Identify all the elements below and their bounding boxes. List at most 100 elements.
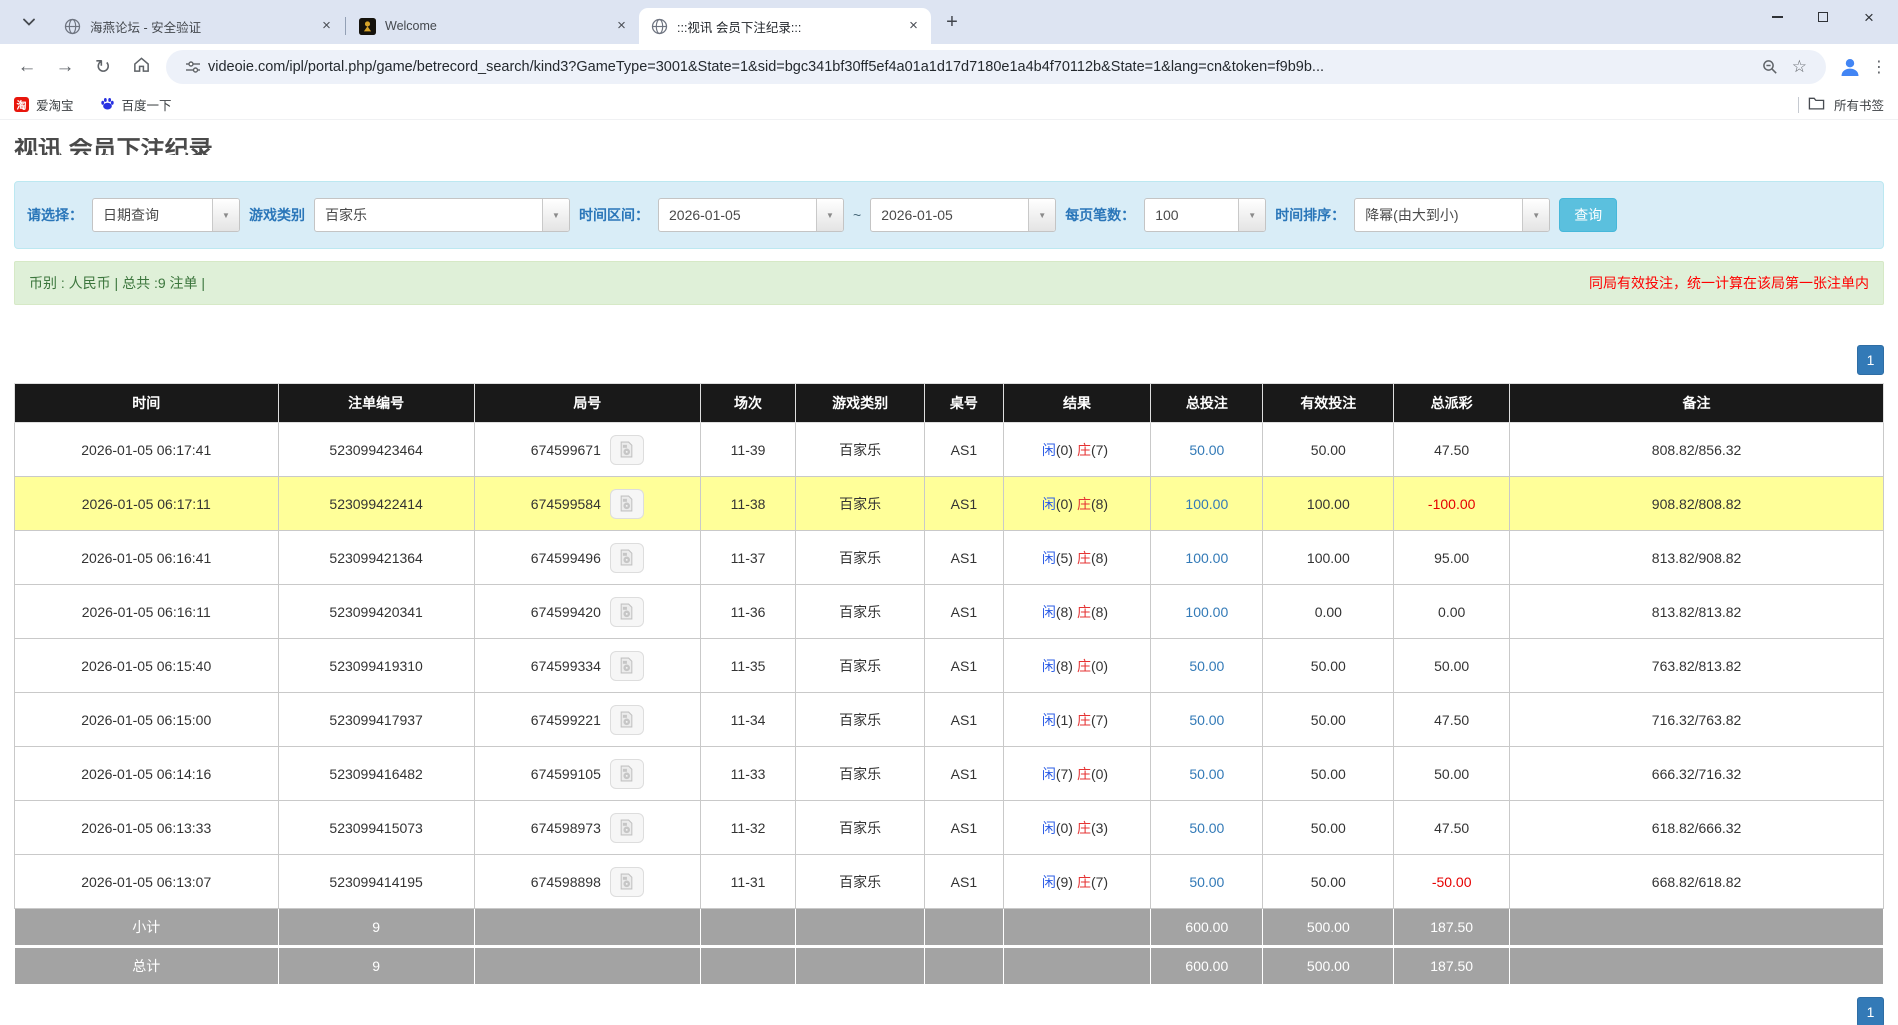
tab-search-button[interactable] — [14, 7, 44, 37]
page-size-select[interactable]: 100 ▼ — [1144, 198, 1266, 232]
date-to-value: 2026-01-05 — [871, 199, 1028, 231]
video-replay-button[interactable] — [610, 597, 644, 627]
maximize-icon — [1818, 12, 1828, 22]
tab-haiyan-forum[interactable]: 海燕论坛 - 安全验证 × — [52, 8, 344, 44]
note-cell: 716.32/763.82 — [1510, 693, 1884, 747]
subtotal-total-bet: 600.00 — [1151, 909, 1263, 947]
zoom-icon[interactable] — [1762, 59, 1778, 75]
bookmark-label: 百度一下 — [122, 95, 172, 114]
video-replay-button[interactable] — [610, 705, 644, 735]
query-type-value: 日期查询 — [93, 199, 212, 231]
minimize-button[interactable] — [1754, 0, 1800, 34]
round-number: 674598973 — [531, 820, 601, 836]
profile-avatar[interactable] — [1835, 52, 1865, 82]
session-cell: 11-39 — [700, 423, 795, 477]
home-button[interactable] — [124, 50, 158, 84]
dropdown-arrow-icon[interactable]: ▼ — [212, 199, 239, 231]
round-cell: 674599671 — [474, 423, 700, 477]
video-replay-button[interactable] — [610, 435, 644, 465]
session-cell: 11-32 — [700, 801, 795, 855]
url-text[interactable]: videoie.com/ipl/portal.php/game/betrecor… — [208, 59, 1755, 75]
video-replay-button[interactable] — [610, 651, 644, 681]
forward-button[interactable]: → — [48, 50, 82, 84]
tab-close-icon[interactable]: × — [612, 17, 631, 36]
game-type-value: 百家乐 — [315, 199, 542, 231]
video-replay-button[interactable] — [610, 489, 644, 519]
chevron-down-icon — [23, 13, 35, 31]
query-type-select[interactable]: 日期查询 ▼ — [92, 198, 240, 232]
video-replay-button[interactable] — [610, 813, 644, 843]
table-no-cell: AS1 — [925, 747, 1003, 801]
total-bet-link[interactable]: 50.00 — [1189, 658, 1224, 674]
round-cell: 674599496 — [474, 531, 700, 585]
tab-close-icon[interactable]: × — [904, 17, 923, 36]
total-bet-cell: 100.00 — [1151, 477, 1263, 531]
all-bookmarks[interactable]: 所有书签 — [1798, 95, 1884, 114]
reload-button[interactable]: ↻ — [86, 50, 120, 84]
dropdown-arrow-icon[interactable]: ▼ — [542, 199, 569, 231]
sort-select[interactable]: 降幂(由大到小) ▼ — [1354, 198, 1550, 232]
valid-bet-cell: 50.00 — [1263, 855, 1394, 909]
browser-menu-button[interactable]: ⋮ — [1868, 57, 1890, 77]
total-bet-link[interactable]: 50.00 — [1189, 766, 1224, 782]
date-from-select[interactable]: 2026-01-05 ▼ — [658, 198, 844, 232]
url-bar[interactable]: videoie.com/ipl/portal.php/game/betrecor… — [166, 50, 1826, 84]
sort-label: 时间排序： — [1275, 205, 1345, 225]
total-label: 总计 — [15, 947, 279, 985]
game-type-cell: 百家乐 — [796, 693, 925, 747]
col-table: 桌号 — [925, 384, 1003, 423]
video-replay-button[interactable] — [610, 759, 644, 789]
table-no-cell: AS1 — [925, 585, 1003, 639]
date-to-select[interactable]: 2026-01-05 ▼ — [870, 198, 1056, 232]
bookmark-baidu[interactable]: 百度一下 — [100, 95, 172, 114]
maximize-button[interactable] — [1800, 0, 1846, 34]
note-cell: 813.82/908.82 — [1510, 531, 1884, 585]
bookmark-aitaobao[interactable]: 淘 爱淘宝 — [14, 95, 74, 114]
col-result: 结果 — [1003, 384, 1151, 423]
back-arrow-icon: ← — [18, 56, 37, 78]
back-button[interactable]: ← — [10, 50, 44, 84]
total-bet-link[interactable]: 50.00 — [1189, 442, 1224, 458]
grand-total-row: 总计 9 600.00 500.00 187.50 — [15, 947, 1884, 985]
result-cell: 闲(0)庄(3) — [1003, 801, 1151, 855]
payout-cell: 50.00 — [1394, 639, 1510, 693]
tab-bet-records-active[interactable]: :::视讯 会员下注纪录::: × — [639, 8, 931, 44]
search-button[interactable]: 查询 — [1559, 198, 1617, 232]
game-type-select[interactable]: 百家乐 ▼ — [314, 198, 570, 232]
banker-result: 庄 — [1077, 442, 1091, 458]
dropdown-arrow-icon[interactable]: ▼ — [1522, 199, 1549, 231]
bet-id-cell: 523099415073 — [278, 801, 474, 855]
tab-close-icon[interactable]: × — [317, 17, 336, 36]
game-type-cell: 百家乐 — [796, 585, 925, 639]
video-replay-button[interactable] — [610, 867, 644, 897]
video-replay-button[interactable] — [610, 543, 644, 573]
welcome-site-icon — [359, 18, 376, 35]
close-window-button[interactable]: × — [1846, 0, 1892, 34]
total-bet-link[interactable]: 100.00 — [1185, 550, 1228, 566]
total-bet-link[interactable]: 50.00 — [1189, 820, 1224, 836]
total-bet-cell: 50.00 — [1151, 747, 1263, 801]
tab-welcome[interactable]: Welcome × — [347, 8, 639, 44]
dropdown-arrow-icon[interactable]: ▼ — [816, 199, 843, 231]
total-bet-link[interactable]: 50.00 — [1189, 874, 1224, 890]
round-number: 674599221 — [531, 712, 601, 728]
session-cell: 11-33 — [700, 747, 795, 801]
page-1-button[interactable]: 1 — [1857, 997, 1884, 1025]
total-bet-link[interactable]: 100.00 — [1185, 496, 1228, 512]
total-bet-link[interactable]: 100.00 — [1185, 604, 1228, 620]
video-file-icon — [618, 819, 635, 836]
new-tab-button[interactable]: + — [937, 7, 967, 37]
pagination-top: 1 — [14, 345, 1884, 375]
valid-bet-cell: 50.00 — [1263, 423, 1394, 477]
date-from-value: 2026-01-05 — [659, 199, 816, 231]
table-no-cell: AS1 — [925, 693, 1003, 747]
site-settings-icon[interactable] — [185, 59, 201, 75]
dropdown-arrow-icon[interactable]: ▼ — [1028, 199, 1055, 231]
dropdown-arrow-icon[interactable]: ▼ — [1238, 199, 1265, 231]
sort-value: 降幂(由大到小) — [1355, 199, 1522, 231]
page-1-button[interactable]: 1 — [1857, 345, 1884, 375]
total-bet-link[interactable]: 50.00 — [1189, 712, 1224, 728]
bookmark-star-icon[interactable]: ☆ — [1792, 57, 1807, 77]
player-result: 闲 — [1042, 820, 1056, 836]
table-row: 2026-01-05 06:15:00 523099417937 6745992… — [15, 693, 1884, 747]
